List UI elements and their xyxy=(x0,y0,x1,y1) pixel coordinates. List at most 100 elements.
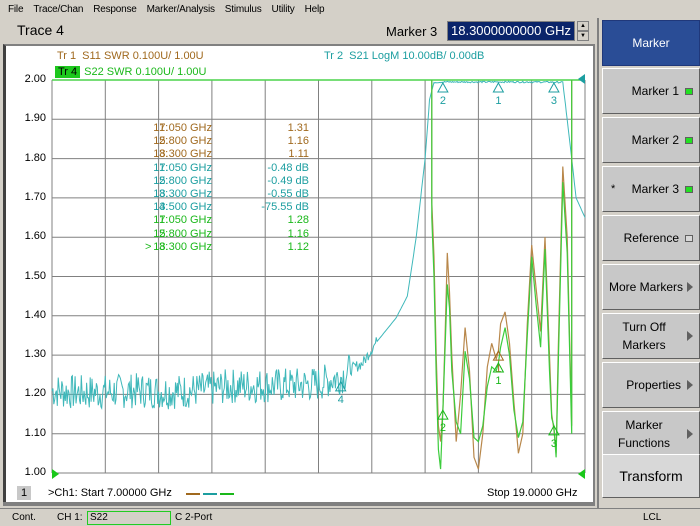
channel-status: CH 1: xyxy=(57,512,83,523)
trace-s22-line xyxy=(431,80,573,470)
softkey-reference[interactable]: Reference xyxy=(602,215,700,261)
menu-file[interactable]: File xyxy=(8,4,24,15)
y-tick-label: 1.90 xyxy=(24,112,46,125)
softkey-label: Reference xyxy=(623,231,679,245)
menu-marker-analysis[interactable]: Marker/Analysis xyxy=(147,4,215,15)
stop-frequency-label[interactable]: Stop 19.0000 GHz xyxy=(487,487,578,499)
marker-value: -0.49 dB xyxy=(267,174,309,187)
marker-frequency: 15.800 GHz xyxy=(153,135,212,148)
softkey-label-line1: Turn Off xyxy=(622,320,666,334)
y-tick-label: 1.00 xyxy=(24,466,46,478)
marker-tr2-2-icon xyxy=(437,81,449,93)
marker-frequency: 15.800 GHz xyxy=(153,227,212,240)
marker-frequency-spinner: ▲ ▼ xyxy=(577,21,589,41)
menu-stimulus[interactable]: Stimulus xyxy=(225,4,262,15)
marker-tr2-1-icon xyxy=(492,81,505,93)
softkey-marker-3[interactable]: * Marker 3 xyxy=(602,166,700,212)
submenu-arrow-icon xyxy=(687,429,693,439)
menu-utility[interactable]: Utility xyxy=(272,4,295,15)
y-tick-label: 1.30 xyxy=(24,348,46,361)
indicator-on-icon xyxy=(685,87,693,95)
marker-tr1-1-label: 1 xyxy=(495,363,501,375)
submenu-arrow-icon xyxy=(687,282,693,292)
softkey-label: Marker 1 xyxy=(631,84,679,98)
y-tick-label: 1.20 xyxy=(24,387,46,400)
active-marker-asterisk: * xyxy=(611,183,616,195)
softkey-label: Properties xyxy=(626,378,681,392)
marker-value: -0.55 dB xyxy=(267,188,309,200)
y-tick-label: 1.80 xyxy=(24,151,46,164)
marker-frequency-input[interactable]: 18.3000000000 GHz xyxy=(447,21,575,41)
marker-value: 1.31 xyxy=(287,122,309,134)
softkey-marker-1[interactable]: Marker 1 xyxy=(602,68,700,114)
y-tick-label: 1.50 xyxy=(24,269,46,282)
marker-tr2-4-label: 4 xyxy=(338,394,344,406)
sweep-mode-status: Cont. xyxy=(12,512,36,523)
plot-area[interactable]: 2 1 341123 xyxy=(6,46,596,504)
marker-frequency: 17.050 GHz xyxy=(153,161,212,174)
marker-tr2-2-label: 2 xyxy=(440,95,446,107)
softkey-label: Transform xyxy=(619,468,683,484)
measurement-status: S22 xyxy=(87,511,171,525)
marker-frequency: 18.300 GHz xyxy=(153,240,212,253)
spin-up-button[interactable]: ▲ xyxy=(577,21,589,31)
y-tick-label: 1.70 xyxy=(24,190,46,203)
marker-value: 1.12 xyxy=(287,240,309,253)
network-analyzer-window: File Trace/Chan Response Marker/Analysis… xyxy=(0,0,700,526)
marker-frequency: 15.800 GHz xyxy=(153,174,212,187)
y-tick-label: 1.40 xyxy=(24,308,46,321)
legend-line-tr2 xyxy=(203,493,217,495)
trace-legend xyxy=(186,493,237,495)
indicator-off-icon xyxy=(685,234,693,242)
softkey-label: Marker Functions xyxy=(603,416,687,452)
start-frequency-label[interactable]: >Ch1: Start 7.00000 GHz xyxy=(48,487,172,499)
marker-tr4-3-label: 3 xyxy=(551,438,557,450)
marker-entry-label: Marker 3 xyxy=(386,24,438,39)
marker-value: -75.55 dB xyxy=(261,201,309,214)
entry-toolbar: Trace 4 Marker 3 18.3000000000 GHz ▲ ▼ xyxy=(0,18,597,44)
softkey-turn-off-markers[interactable]: Turn Off Markers xyxy=(602,313,700,359)
menu-trace-chan[interactable]: Trace/Chan xyxy=(33,4,83,15)
indicator-on-icon xyxy=(685,185,693,193)
marker-value: -0.48 dB xyxy=(267,161,309,174)
submenu-arrow-icon xyxy=(687,380,693,390)
softkey-label-line2: Functions xyxy=(617,436,671,450)
softkey-marker-2[interactable]: Marker 2 xyxy=(602,117,700,163)
softkey-properties[interactable]: Properties xyxy=(602,362,700,408)
reference-pointer-icon xyxy=(578,74,585,84)
y-tick-label: 2.00 xyxy=(24,73,46,85)
marker-value: 1.28 xyxy=(287,214,309,227)
spin-down-button[interactable]: ▼ xyxy=(577,31,589,41)
menu-help[interactable]: Help xyxy=(305,4,325,15)
marker-frequency: 18.300 GHz xyxy=(153,148,212,161)
softkey-label: Turn Off Markers xyxy=(603,318,687,354)
softkey-label: Marker 3 xyxy=(631,182,679,196)
legend-line-tr1 xyxy=(186,493,200,495)
marker-value: 1.11 xyxy=(288,148,309,161)
marker-tr2-3-icon xyxy=(548,81,560,93)
softkey-transform[interactable]: Transform xyxy=(602,454,700,498)
chart-window-border xyxy=(3,502,595,506)
y-tick-label: 1.10 xyxy=(24,426,46,439)
softkey-more-markers[interactable]: More Markers xyxy=(602,264,700,310)
submenu-arrow-icon xyxy=(687,331,693,341)
calibration-status: C 2-Port xyxy=(175,512,213,523)
y-tick-label: 1.60 xyxy=(24,230,46,243)
legend-line-tr4 xyxy=(220,493,234,495)
softkey-marker-functions[interactable]: Marker Functions xyxy=(602,411,700,457)
active-trace-title: Trace 4 xyxy=(17,22,64,38)
menu-response[interactable]: Response xyxy=(93,4,137,15)
remote-status: LCL xyxy=(643,512,662,523)
softkey-panel: Marker Marker 1 Marker 2 * Marker 3 Refe… xyxy=(597,18,700,508)
softkey-menu-title: Marker xyxy=(602,20,700,66)
trace-s11-line xyxy=(431,80,573,470)
marker-tr4-2-label: 2 xyxy=(440,422,446,434)
softkey-label-line2: Markers xyxy=(622,338,666,352)
marker-tr2-3-label: 3 xyxy=(551,95,557,107)
menu-bar: File Trace/Chan Response Marker/Analysis… xyxy=(0,0,700,18)
marker-value: 1.16 xyxy=(287,135,309,148)
marker-frequency: 17.050 GHz xyxy=(153,214,212,227)
chart-window: Tr 1 S11 SWR 0.100U/ 1.00U Tr 2 S21 LogM 1… xyxy=(3,44,595,504)
channel-number-badge[interactable]: 1 xyxy=(17,486,31,500)
active-marker-indicator: > xyxy=(145,240,152,253)
